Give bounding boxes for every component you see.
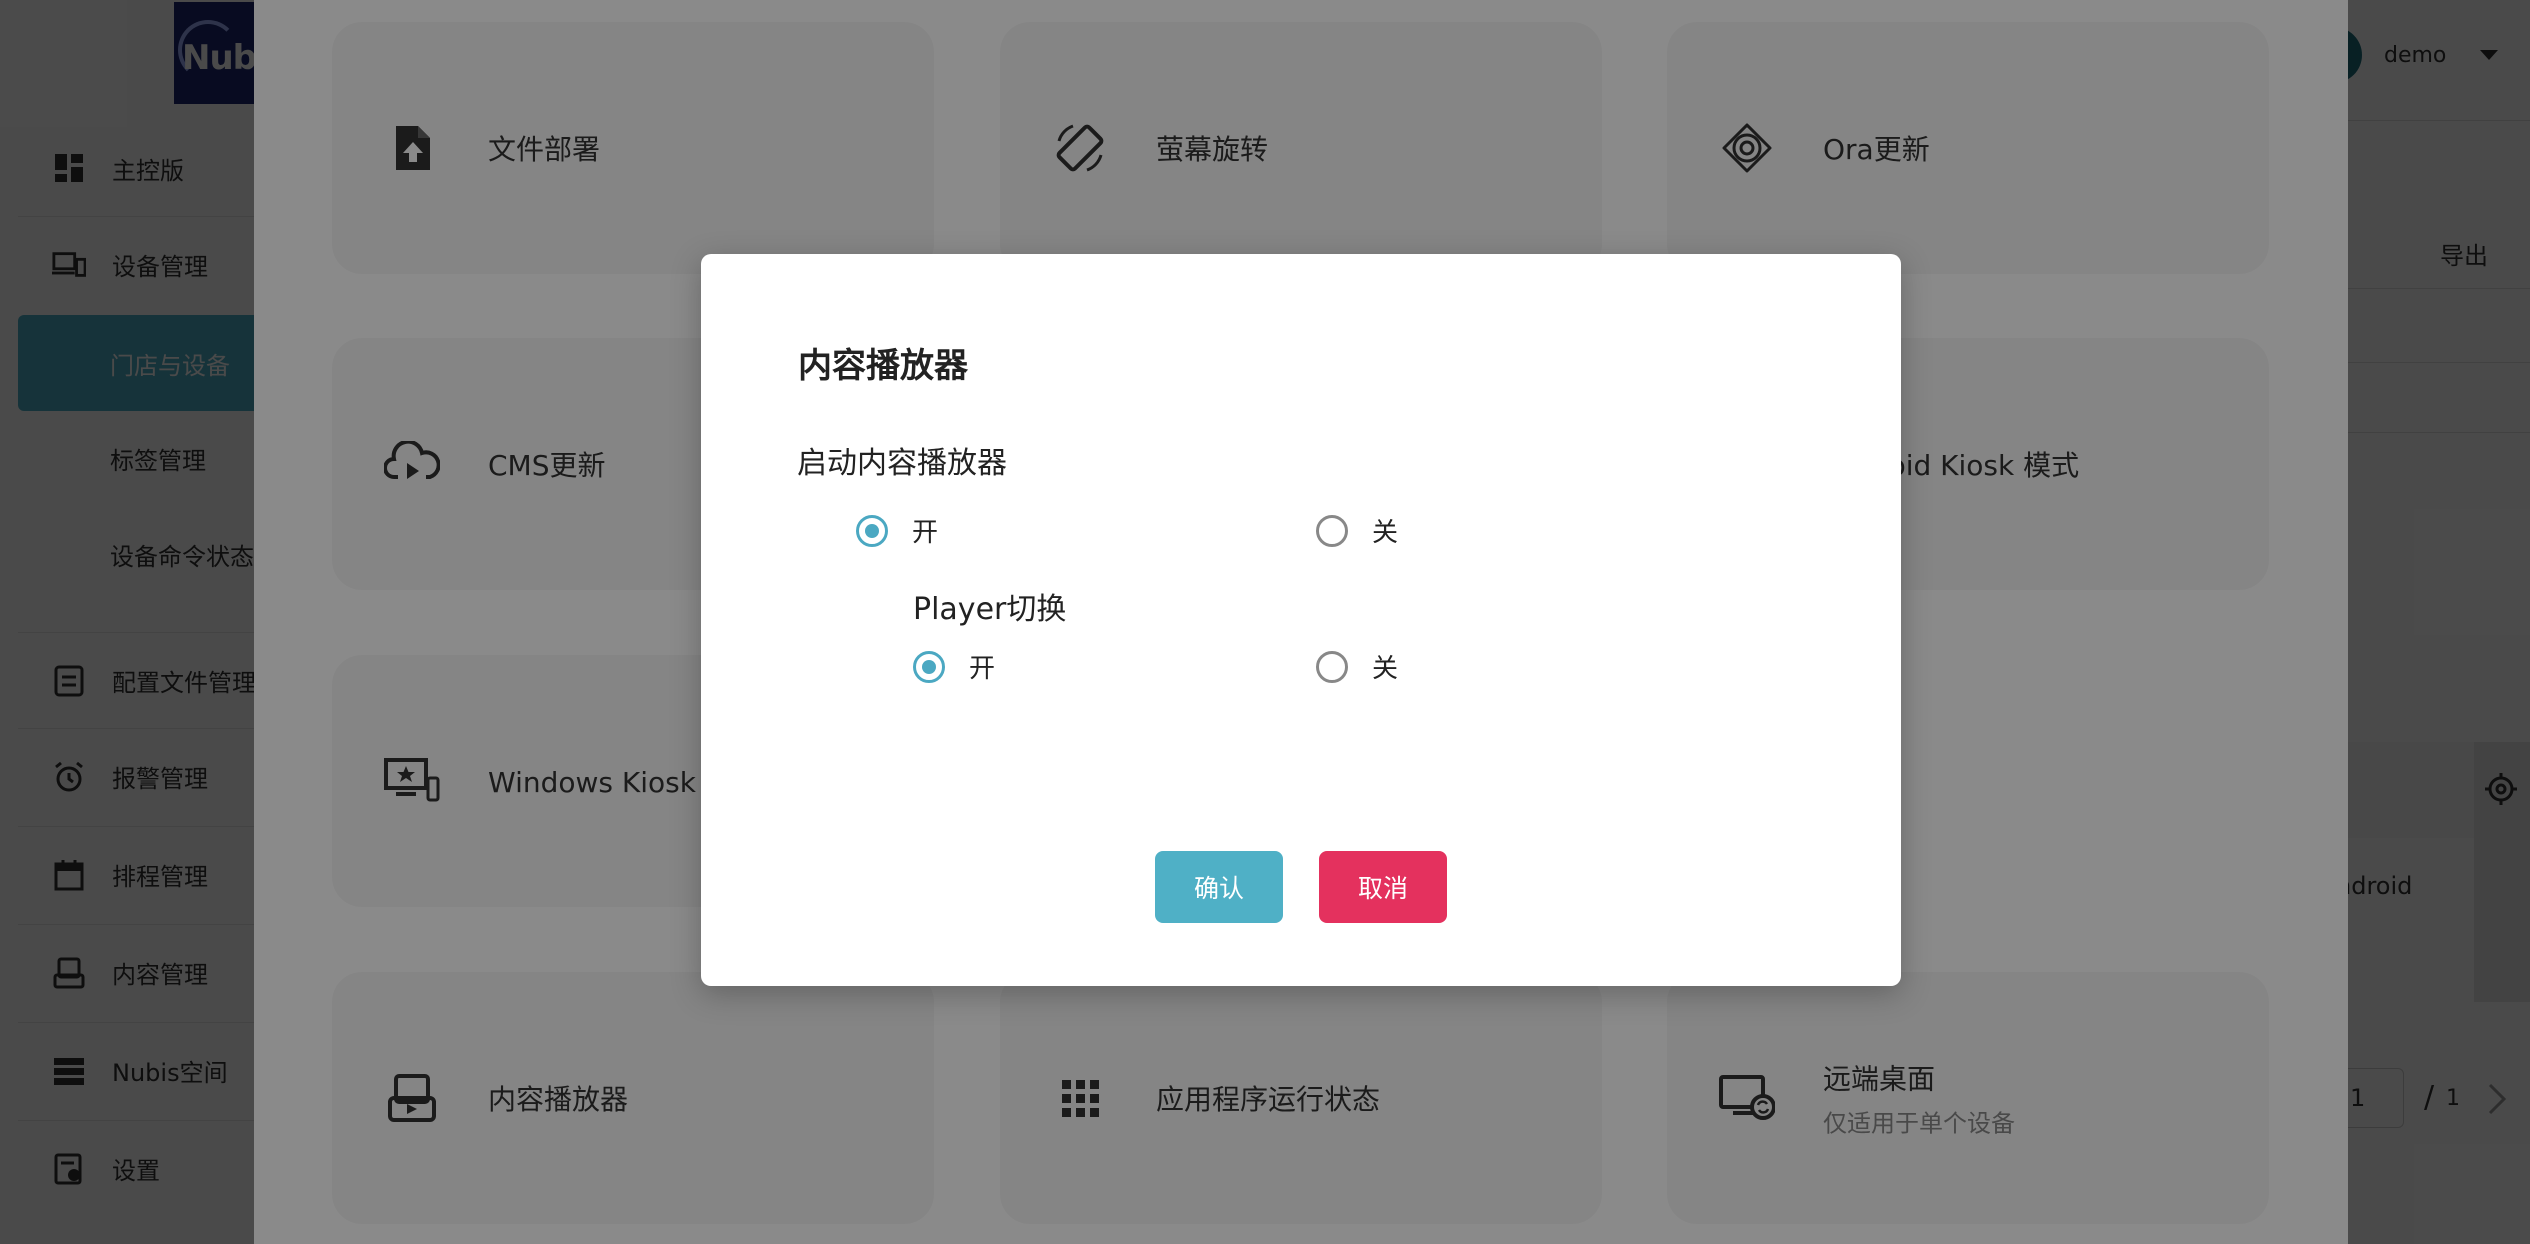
content-player-dialog: 内容播放器 启动内容播放器 开 关 Player切换 开 关 确认 取消 — [701, 254, 1901, 986]
dialog-title: 内容播放器 — [798, 346, 968, 386]
start-player-on-radio[interactable]: 开 — [856, 512, 938, 549]
radio-checked-icon — [913, 650, 945, 683]
start-player-off-radio[interactable]: 关 — [1316, 512, 1398, 549]
radio-label: 关 — [1372, 518, 1399, 548]
radio-unchecked-icon — [1316, 650, 1348, 683]
player-switch-label: Player切换 — [913, 592, 1067, 627]
start-player-label: 启动内容播放器 — [797, 446, 1007, 481]
radio-label: 开 — [912, 518, 939, 548]
radio-label: 关 — [1372, 654, 1399, 684]
radio-checked-icon — [856, 514, 888, 547]
cancel-button[interactable]: 取消 — [1319, 851, 1447, 923]
player-switch-on-radio[interactable]: 开 — [913, 648, 995, 685]
player-switch-off-radio[interactable]: 关 — [1316, 648, 1398, 685]
confirm-button[interactable]: 确认 — [1155, 851, 1283, 923]
radio-unchecked-icon — [1316, 514, 1348, 547]
radio-label: 开 — [969, 654, 996, 684]
